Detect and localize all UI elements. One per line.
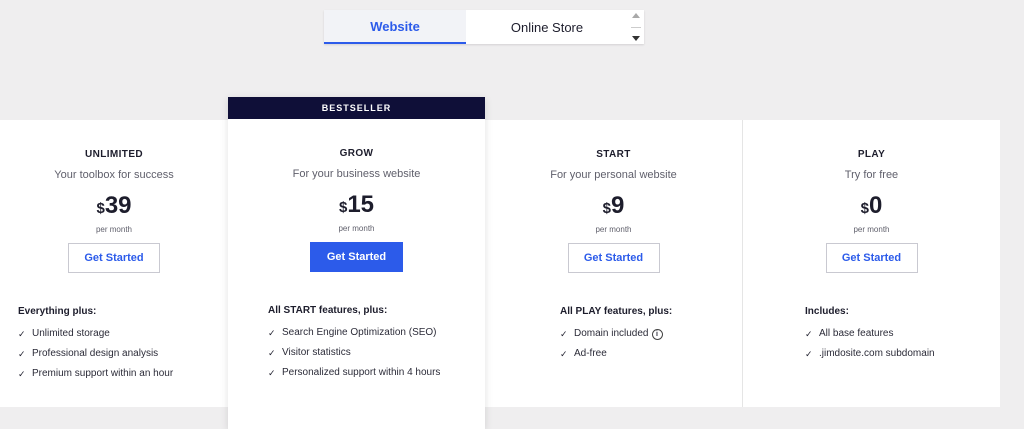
check-icon: ✓ bbox=[268, 368, 276, 378]
scroll-up-arrow-icon[interactable] bbox=[632, 13, 640, 18]
currency-symbol: $ bbox=[96, 200, 105, 217]
pricing-page: Website Online Store UNLIMITED Your tool… bbox=[0, 0, 1024, 429]
plan-tagline: Try for free bbox=[844, 169, 899, 181]
plan-name: UNLIMITED bbox=[84, 149, 144, 160]
check-icon: ✓ bbox=[18, 349, 26, 359]
list-item: ✓ Ad-free bbox=[560, 344, 742, 364]
list-item: ✓ .jimdosite.com subdomain bbox=[805, 344, 1000, 364]
tab-website[interactable]: Website bbox=[324, 10, 466, 44]
feature-text: All base features bbox=[819, 328, 894, 339]
feature-text: .jimdosite.com subdomain bbox=[819, 348, 935, 359]
list-item: ✓ Unlimited storage bbox=[18, 324, 228, 344]
check-icon: ✓ bbox=[268, 348, 276, 358]
tab-online-store[interactable]: Online Store bbox=[466, 10, 628, 44]
plan-tagline: Your toolbox for success bbox=[54, 169, 174, 181]
feature-list: All START features, plus: ✓ Search Engine… bbox=[268, 305, 485, 383]
check-icon: ✓ bbox=[805, 349, 813, 359]
feature-text: Professional design analysis bbox=[32, 348, 159, 359]
price-period: per month bbox=[95, 225, 133, 234]
scroller-divider bbox=[631, 26, 641, 28]
price-amount: 15 bbox=[347, 191, 375, 218]
get-started-button-grow[interactable]: Get Started bbox=[310, 242, 403, 272]
check-icon: ✓ bbox=[18, 369, 26, 379]
list-item: ✓ Personalized support within 4 hours bbox=[268, 363, 485, 383]
plan-tagline: For your personal website bbox=[550, 169, 677, 181]
feature-list-heading: Everything plus: bbox=[18, 306, 97, 317]
feature-list: Includes: ✓ All base features ✓ .jimdosite… bbox=[805, 306, 1000, 364]
price-amount: 9 bbox=[610, 192, 625, 219]
plan-type-tabs: Website Online Store bbox=[324, 10, 644, 44]
plan-name: GROW bbox=[339, 148, 374, 159]
feature-text: Domain included bbox=[574, 328, 649, 339]
list-item: ✓ Professional design analysis bbox=[18, 344, 228, 364]
price-period: per month bbox=[853, 225, 890, 234]
get-started-button-start[interactable]: Get Started bbox=[567, 243, 660, 273]
price-period: per month bbox=[595, 225, 632, 234]
tab-scroller[interactable] bbox=[628, 10, 644, 44]
check-icon: ✓ bbox=[560, 329, 568, 339]
list-item: ✓ Search Engine Optimization (SEO) bbox=[268, 323, 485, 343]
pricing-cards: UNLIMITED Your toolbox for success $39 p… bbox=[0, 120, 1000, 407]
list-item: ✓ All base features bbox=[805, 324, 1000, 344]
feature-text: Unlimited storage bbox=[32, 328, 110, 339]
feature-text: Premium support within an hour bbox=[32, 368, 174, 379]
list-item: ✓ Domain included i bbox=[560, 324, 742, 344]
check-icon: ✓ bbox=[268, 328, 276, 338]
plan-card-start: START For your personal website $9 per m… bbox=[485, 120, 742, 407]
list-item: ✓ Visitor statistics bbox=[268, 343, 485, 363]
get-started-button-play[interactable]: Get Started bbox=[825, 243, 918, 273]
info-icon[interactable]: i bbox=[651, 328, 663, 340]
feature-list-heading: All START features, plus: bbox=[268, 305, 388, 316]
feature-list-heading: Includes: bbox=[805, 306, 849, 317]
plan-price: $39 bbox=[0, 194, 228, 221]
feature-list-heading: All PLAY features, plus: bbox=[560, 306, 673, 317]
price-amount: 0 bbox=[868, 192, 883, 219]
price-amount: 39 bbox=[104, 192, 132, 219]
feature-text: Ad-free bbox=[574, 348, 607, 359]
feature-text: Visitor statistics bbox=[282, 347, 351, 358]
feature-text: Search Engine Optimization (SEO) bbox=[282, 327, 437, 338]
list-item: ✓ Premium support within an hour bbox=[18, 364, 228, 384]
check-icon: ✓ bbox=[805, 329, 813, 339]
currency-symbol: $ bbox=[602, 200, 611, 217]
plan-name: PLAY bbox=[857, 149, 886, 160]
plan-name: START bbox=[596, 149, 631, 160]
check-icon: ✓ bbox=[560, 349, 568, 359]
currency-symbol: $ bbox=[860, 200, 869, 217]
plan-card-grow: BESTSELLER GROW For your business websit… bbox=[228, 97, 485, 429]
feature-list: Everything plus: ✓ Unlimited storage ✓ Pro… bbox=[18, 306, 228, 384]
plan-card-unlimited: UNLIMITED Your toolbox for success $39 p… bbox=[0, 120, 228, 407]
get-started-button-unlimited[interactable]: Get Started bbox=[68, 243, 160, 273]
plan-card-play: PLAY Try for free $0 per month Get Start… bbox=[742, 120, 1000, 407]
scroll-down-arrow-icon[interactable] bbox=[632, 36, 640, 41]
plan-price: $0 bbox=[743, 194, 1000, 221]
feature-text: Personalized support within 4 hours bbox=[282, 367, 441, 378]
price-period: per month bbox=[338, 224, 375, 233]
check-icon: ✓ bbox=[18, 329, 26, 339]
feature-list: All PLAY features, plus: ✓ Domain include… bbox=[560, 306, 742, 364]
plan-tagline: For your business website bbox=[292, 168, 421, 180]
plan-price: $15 bbox=[228, 193, 485, 220]
plan-price: $9 bbox=[485, 194, 742, 221]
bestseller-ribbon: BESTSELLER bbox=[228, 97, 485, 119]
